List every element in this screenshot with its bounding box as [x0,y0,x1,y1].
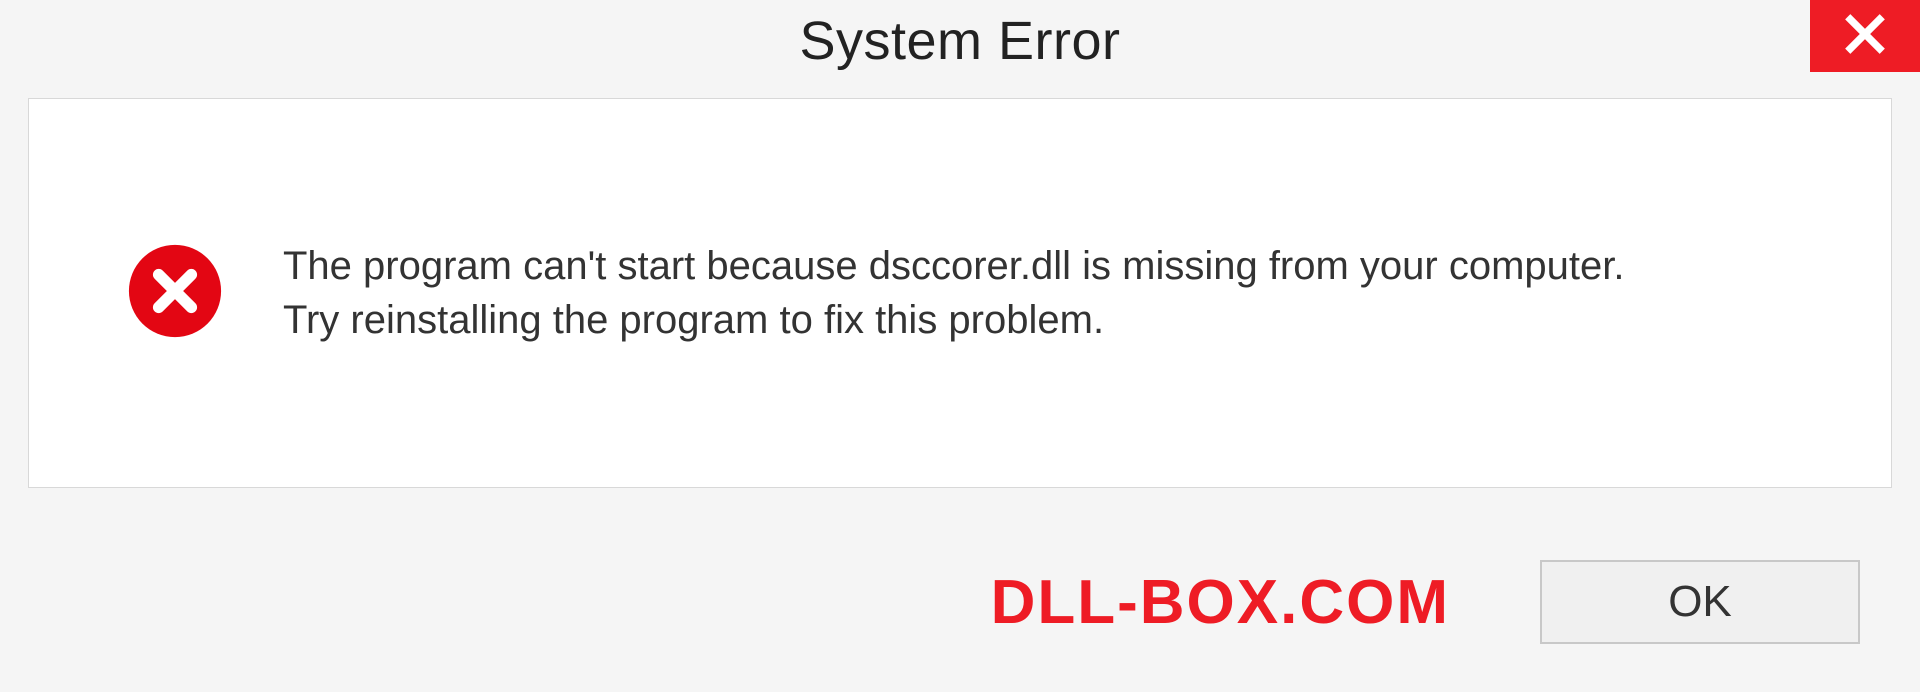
message-block: The program can't start because dsccorer… [283,239,1831,347]
error-icon [127,243,223,344]
ok-button[interactable]: OK [1540,560,1860,644]
watermark-text: DLL-BOX.COM [991,567,1450,638]
footer: DLL-BOX.COM OK [0,512,1920,692]
message-line-1: The program can't start because dsccorer… [283,239,1831,293]
dialog-title: System Error [799,10,1120,72]
message-line-2: Try reinstalling the program to fix this… [283,293,1831,347]
content-panel: The program can't start because dsccorer… [28,98,1892,488]
close-button[interactable] [1810,0,1920,72]
close-icon [1843,12,1887,61]
title-bar: System Error [0,0,1920,98]
